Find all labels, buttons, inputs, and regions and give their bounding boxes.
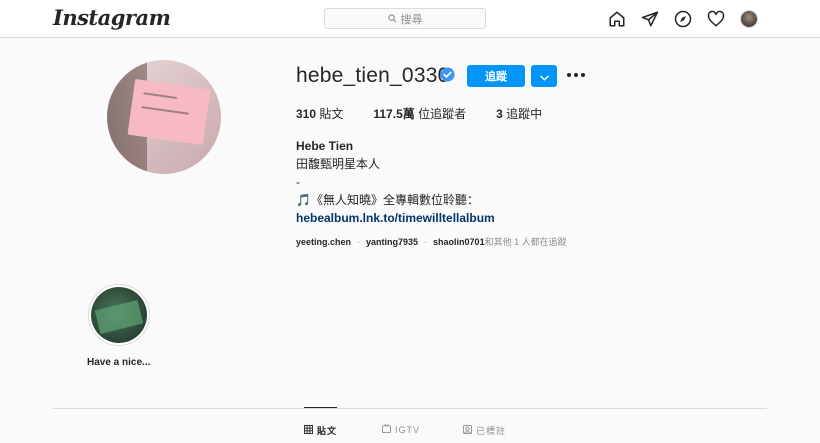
bio-line-2: - bbox=[296, 175, 300, 189]
followed-by-user: yeeting.chen bbox=[296, 236, 352, 247]
following-label: 追蹤中 bbox=[502, 107, 543, 121]
profile-avatar[interactable] bbox=[738, 8, 760, 30]
top-nav: Instagram 搜尋 bbox=[0, 0, 820, 38]
chevron-down-icon bbox=[539, 69, 549, 84]
tab-posts[interactable]: 貼文 bbox=[304, 424, 337, 437]
profile-full-name: Hebe Tien bbox=[296, 139, 354, 153]
profile-picture-card bbox=[127, 78, 211, 146]
tab-tagged[interactable]: 已標註 bbox=[463, 424, 506, 437]
suggestions-dropdown-button[interactable] bbox=[531, 65, 557, 87]
posts-label: 貼文 bbox=[316, 107, 344, 121]
posts-stat: 310 貼文 bbox=[296, 105, 343, 122]
heart-icon[interactable] bbox=[705, 8, 727, 30]
highlight-label: Have a nice... bbox=[87, 357, 151, 368]
avatar bbox=[740, 10, 758, 28]
grid-icon bbox=[304, 425, 313, 436]
followed-by-user: yanting7935 bbox=[366, 236, 419, 247]
following-count: 3 bbox=[496, 107, 503, 121]
profile-stats: 310 貼文 117.5萬 位追蹤者 3 追蹤中 bbox=[296, 105, 572, 122]
followers-label: 位追蹤者 bbox=[414, 107, 467, 121]
highlight-cover-image bbox=[91, 287, 147, 343]
followed-by[interactable]: yeeting.chen · yanting7935 · shaolin0701… bbox=[296, 235, 567, 248]
bio-link[interactable]: hebealbum.lnk.to/timewilltellalbum bbox=[296, 209, 495, 227]
active-tab-indicator bbox=[304, 407, 337, 408]
search-icon bbox=[387, 10, 397, 28]
bio-line-1: 田馥甄明星本人 bbox=[296, 157, 381, 171]
more-options-button[interactable] bbox=[566, 68, 586, 82]
profile-bio: Hebe Tien 田馥甄明星本人 - 🎵《無人知曉》全專輯數位聆聽： hebe… bbox=[296, 137, 495, 227]
igtv-icon bbox=[382, 424, 391, 435]
tabs-divider bbox=[53, 408, 767, 409]
tab-igtv[interactable]: IGTV bbox=[382, 424, 420, 435]
followers-stat[interactable]: 117.5萬 位追蹤者 bbox=[373, 105, 466, 122]
profile-picture[interactable] bbox=[107, 60, 221, 174]
followers-count: 117.5萬 bbox=[373, 107, 415, 121]
direct-icon[interactable] bbox=[639, 8, 661, 30]
profile-username: hebe_tien_0330 bbox=[296, 64, 450, 87]
follow-button[interactable]: 追蹤 bbox=[467, 65, 525, 87]
nav-icons bbox=[606, 8, 760, 30]
story-highlight[interactable] bbox=[88, 284, 150, 346]
posts-count: 310 bbox=[296, 107, 317, 121]
verified-badge-icon bbox=[440, 67, 455, 82]
tab-label: 已標註 bbox=[476, 426, 507, 436]
followed-by-user: shaolin0701 bbox=[433, 236, 485, 247]
search-placeholder: 搜尋 bbox=[400, 13, 423, 26]
bio-line-3: 🎵《無人知曉》全專輯數位聆聽： bbox=[296, 193, 479, 207]
home-icon[interactable] bbox=[606, 8, 628, 30]
search-input[interactable]: 搜尋 bbox=[324, 8, 486, 29]
following-stat[interactable]: 3 追蹤中 bbox=[496, 105, 542, 122]
instagram-logo[interactable]: Instagram bbox=[53, 5, 171, 30]
followed-by-suffix: 和其他 1 人都在追蹤 bbox=[484, 237, 567, 247]
tagged-icon bbox=[463, 425, 472, 436]
explore-icon[interactable] bbox=[672, 8, 694, 30]
tab-label: 貼文 bbox=[317, 426, 338, 436]
tab-label: IGTV bbox=[395, 424, 421, 435]
